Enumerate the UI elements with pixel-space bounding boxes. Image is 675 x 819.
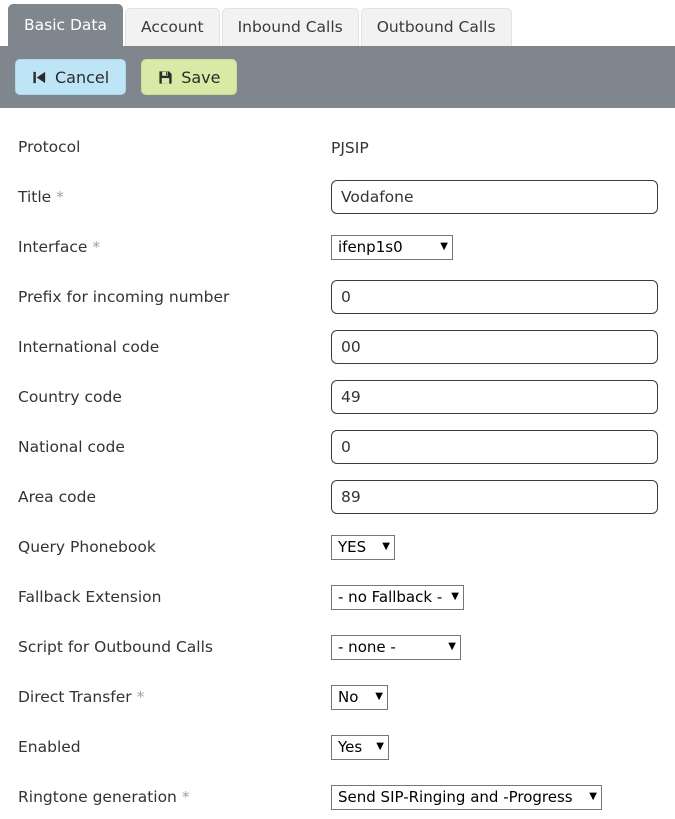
basic-data-form: Protocol PJSIP Title * Interface * ifenp… <box>0 108 675 819</box>
select-value: No <box>338 688 358 706</box>
field-label: Interface * <box>18 238 331 256</box>
form-row-ringtone-generation: Ringtone generation * Send SIP-Ringing a… <box>0 772 675 819</box>
form-row-direct-transfer: Direct Transfer * No ▼ <box>0 672 675 722</box>
fallback-extension-select[interactable]: - no Fallback - ▼ <box>331 585 464 610</box>
form-row-area-code: Area code <box>0 472 675 522</box>
field-label: Country code <box>18 388 331 406</box>
field-label: Direct Transfer * <box>18 688 331 706</box>
query-phonebook-select[interactable]: YES ▼ <box>331 535 395 560</box>
tab-inbound-calls[interactable]: Inbound Calls <box>222 8 359 46</box>
required-marker: * <box>56 188 64 206</box>
required-marker: * <box>137 688 145 706</box>
field-control: YES ▼ <box>331 535 675 560</box>
interface-select[interactable]: ifenp1s0 ▼ <box>331 235 453 260</box>
area-code-input[interactable] <box>331 480 658 514</box>
tab-account[interactable]: Account <box>125 8 220 46</box>
field-control: No ▼ <box>331 685 675 710</box>
tab-bar: Basic Data Account Inbound Calls Outboun… <box>0 0 675 46</box>
form-row-prefix-incoming-number: Prefix for incoming number <box>0 272 675 322</box>
country-code-input[interactable] <box>331 380 658 414</box>
form-row-country-code: Country code <box>0 372 675 422</box>
cancel-button-label: Cancel <box>55 68 109 87</box>
field-label: Prefix for incoming number <box>18 288 331 306</box>
form-row-title: Title * <box>0 172 675 222</box>
title-input[interactable] <box>331 180 658 214</box>
field-label: Enabled <box>18 738 331 756</box>
form-row-enabled: Enabled Yes ▼ <box>0 722 675 772</box>
field-label: National code <box>18 438 331 456</box>
select-value: YES <box>338 538 366 556</box>
required-marker: * <box>92 238 100 256</box>
field-label: International code <box>18 338 331 356</box>
field-control <box>331 480 675 514</box>
field-label: Query Phonebook <box>18 538 331 556</box>
form-row-script-outbound-calls: Script for Outbound Calls - none - ▼ <box>0 622 675 672</box>
field-control: - none - ▼ <box>331 635 675 660</box>
direct-transfer-select[interactable]: No ▼ <box>331 685 388 710</box>
select-value: - none - <box>338 638 396 656</box>
select-value: Send SIP-Ringing and -Progress <box>338 788 573 806</box>
chevron-down-icon: ▼ <box>440 242 448 252</box>
field-label: Protocol <box>18 138 331 156</box>
step-backward-icon <box>32 70 47 85</box>
field-label: Script for Outbound Calls <box>18 638 331 656</box>
form-row-query-phonebook: Query Phonebook YES ▼ <box>0 522 675 572</box>
chevron-down-icon: ▼ <box>376 742 384 752</box>
international-code-input[interactable] <box>331 330 658 364</box>
field-control <box>331 380 675 414</box>
protocol-value: PJSIP <box>331 139 369 157</box>
cancel-button[interactable]: Cancel <box>15 59 126 95</box>
save-button[interactable]: Save <box>141 59 237 95</box>
save-button-label: Save <box>181 68 220 87</box>
field-control: Yes ▼ <box>331 735 675 760</box>
field-label: Fallback Extension <box>18 588 331 606</box>
prefix-incoming-number-input[interactable] <box>331 280 658 314</box>
script-outbound-calls-select[interactable]: - none - ▼ <box>331 635 461 660</box>
chevron-down-icon: ▼ <box>451 592 459 602</box>
tab-label: Inbound Calls <box>238 18 343 36</box>
field-control: Send SIP-Ringing and -Progress ▼ <box>331 785 675 810</box>
select-value: - no Fallback - <box>338 588 442 606</box>
tab-label: Account <box>141 18 204 36</box>
form-row-international-code: International code <box>0 322 675 372</box>
tab-basic-data[interactable]: Basic Data <box>8 4 123 46</box>
field-control <box>331 280 675 314</box>
form-row-protocol: Protocol PJSIP <box>0 122 675 172</box>
select-value: ifenp1s0 <box>338 238 403 256</box>
chevron-down-icon: ▼ <box>589 792 597 802</box>
field-label: Area code <box>18 488 331 506</box>
chevron-down-icon: ▼ <box>375 692 383 702</box>
tab-label: Outbound Calls <box>377 18 496 36</box>
tab-label: Basic Data <box>24 16 107 34</box>
select-value: Yes <box>338 738 362 756</box>
tab-outbound-calls[interactable]: Outbound Calls <box>361 8 512 46</box>
field-control: PJSIP <box>331 138 675 157</box>
field-label: Ringtone generation * <box>18 788 331 806</box>
field-control: - no Fallback - ▼ <box>331 585 675 610</box>
field-control <box>331 330 675 364</box>
field-control: ifenp1s0 ▼ <box>331 235 675 260</box>
form-row-interface: Interface * ifenp1s0 ▼ <box>0 222 675 272</box>
national-code-input[interactable] <box>331 430 658 464</box>
field-label: Title * <box>18 188 331 206</box>
ringtone-generation-select[interactable]: Send SIP-Ringing and -Progress ▼ <box>331 785 602 810</box>
action-toolbar: Cancel Save <box>0 46 675 108</box>
required-marker: * <box>182 788 190 806</box>
chevron-down-icon: ▼ <box>448 642 456 652</box>
form-row-fallback-extension: Fallback Extension - no Fallback - ▼ <box>0 572 675 622</box>
field-control <box>331 180 675 214</box>
chevron-down-icon: ▼ <box>382 542 390 552</box>
floppy-disk-save-icon <box>158 70 173 85</box>
enabled-select[interactable]: Yes ▼ <box>331 735 389 760</box>
field-control <box>331 430 675 464</box>
form-row-national-code: National code <box>0 422 675 472</box>
